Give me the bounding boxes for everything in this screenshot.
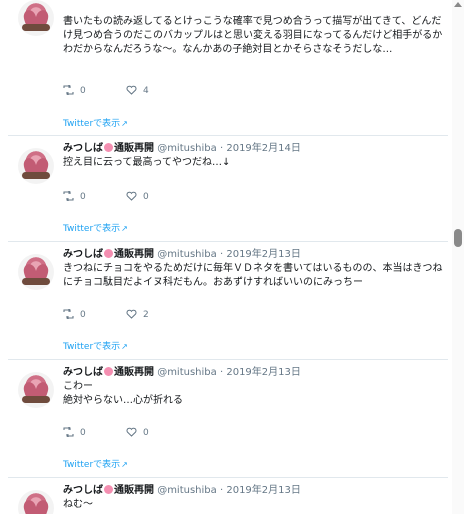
like-count: 0	[143, 192, 149, 202]
like-button[interactable]: 0	[126, 427, 149, 438]
like-count: 2	[143, 310, 149, 320]
tweet-text: きつねにチョコをやるためだけに毎年ＶＤネタを書いてはいるものの、本当はきつねにチ…	[63, 263, 443, 288]
view-on-twitter-label: Twitterで表示	[63, 460, 121, 470]
display-name-badge: 通販再開	[114, 143, 154, 154]
user-handle[interactable]: @mitushiba	[157, 485, 217, 496]
view-on-twitter-link[interactable]: Twitterで表示↗	[63, 457, 128, 470]
retweet-button[interactable]: 0	[63, 190, 86, 202]
separator-dot: ·	[219, 367, 224, 378]
like-button[interactable]: 0	[126, 191, 149, 202]
tweet-text: 書いたもの読み返してるとけっこうな確率で見つめ合うって描写が出てきて、どんだけ見…	[63, 16, 443, 55]
retweet-count: 0	[80, 192, 86, 202]
avatar[interactable]	[18, 0, 54, 36]
tweet-date[interactable]: 2019年2月13日	[226, 485, 301, 496]
separator-dot: ·	[219, 249, 224, 260]
display-name-badge: 通販再開	[114, 367, 154, 378]
external-link-icon: ↗	[121, 224, 128, 233]
tweet-card[interactable]: みつしば 通販再開 @mitushiba · 2019年2月13日 こわー 絶対や…	[8, 360, 448, 478]
retweet-count: 0	[80, 310, 86, 320]
retweet-count: 0	[80, 428, 86, 438]
display-name-badge: 通販再開	[114, 485, 154, 496]
view-on-twitter-label: Twitterで表示	[63, 224, 121, 234]
view-on-twitter-label: Twitterで表示	[63, 119, 121, 129]
view-on-twitter-link[interactable]: Twitterで表示↗	[63, 221, 128, 234]
retweet-button[interactable]: 0	[63, 84, 86, 96]
tweet-card[interactable]: みつしば 通販再開 @mitushiba · 2019年2月14日 控え目に云って…	[8, 136, 448, 242]
external-link-icon: ↗	[121, 342, 128, 351]
retweet-icon	[63, 84, 74, 96]
display-name[interactable]: みつしば	[63, 367, 103, 378]
avatar[interactable]	[18, 372, 54, 408]
separator-dot: ·	[219, 485, 224, 496]
heart-icon	[126, 309, 137, 319]
retweet-button[interactable]: 0	[63, 426, 86, 438]
tweet-header: みつしば 通販再開 @mitushiba · 2019年2月13日	[63, 248, 301, 262]
display-name[interactable]: みつしば	[63, 249, 103, 260]
like-count: 0	[143, 428, 149, 438]
scroll-up-arrow-icon[interactable]	[454, 2, 462, 7]
retweet-button[interactable]: 0	[63, 308, 86, 320]
avatar[interactable]	[18, 254, 54, 290]
display-name-badge: 通販再開	[114, 249, 154, 260]
view-on-twitter-link[interactable]: Twitterで表示↗	[63, 339, 128, 352]
heart-icon	[126, 85, 137, 95]
pink-heart-emoji	[104, 485, 113, 494]
heart-icon	[126, 191, 137, 201]
tweet-text: こわー 絶対やらない…心が折れる	[63, 381, 183, 406]
retweet-icon	[63, 426, 74, 438]
separator-dot: ·	[219, 143, 224, 154]
heart-icon	[126, 427, 137, 437]
tweet-date[interactable]: 2019年2月13日	[226, 367, 301, 378]
pink-heart-emoji	[104, 249, 113, 258]
view-on-twitter-link[interactable]: Twitterで表示↗	[63, 116, 128, 129]
user-handle[interactable]: @mitushiba	[157, 249, 217, 260]
display-name[interactable]: みつしば	[63, 485, 103, 496]
retweet-icon	[63, 190, 74, 202]
scrollbar-thumb[interactable]	[454, 229, 462, 247]
view-on-twitter-label: Twitterで表示	[63, 342, 121, 352]
retweet-count: 0	[80, 86, 86, 96]
like-button[interactable]: 4	[126, 85, 149, 96]
avatar[interactable]	[18, 148, 54, 184]
user-handle[interactable]: @mitushiba	[157, 143, 217, 154]
tweet-card[interactable]: みつしば 通販再開 @mitushiba · 2019年2月13日 ねむ〜	[8, 478, 448, 514]
tweet-header: みつしば 通販再開 @mitushiba · 2019年2月14日	[63, 142, 301, 156]
tweet-card[interactable]: みつしば 通販再開 @mitushiba · 2019年2月13日 きつねにチョコ…	[8, 242, 448, 360]
avatar[interactable]	[18, 490, 54, 514]
tweet-date[interactable]: 2019年2月13日	[226, 249, 301, 260]
tweet-timeline[interactable]: 書いたもの読み返してるとけっこうな確率で見つめ合うって描写が出てきて、どんだけ見…	[8, 0, 448, 514]
tweet-header: みつしば 通販再開 @mitushiba · 2019年2月13日	[63, 484, 301, 498]
tweet-date[interactable]: 2019年2月14日	[226, 143, 301, 154]
tweet-text: ねむ〜	[63, 499, 93, 510]
like-button[interactable]: 2	[126, 309, 149, 320]
vertical-scrollbar[interactable]	[452, 0, 464, 514]
like-count: 4	[143, 86, 149, 96]
external-link-icon: ↗	[121, 460, 128, 469]
tweet-card[interactable]: 書いたもの読み返してるとけっこうな確率で見つめ合うって描写が出てきて、どんだけ見…	[8, 0, 448, 136]
pink-heart-emoji	[104, 143, 113, 152]
user-handle[interactable]: @mitushiba	[157, 367, 217, 378]
retweet-icon	[63, 308, 74, 320]
display-name[interactable]: みつしば	[63, 143, 103, 154]
external-link-icon: ↗	[121, 119, 128, 128]
pink-heart-emoji	[104, 367, 113, 376]
tweet-header: みつしば 通販再開 @mitushiba · 2019年2月13日	[63, 366, 301, 380]
tweet-text: 控え目に云って最高ってやつだね…↓	[63, 157, 231, 168]
